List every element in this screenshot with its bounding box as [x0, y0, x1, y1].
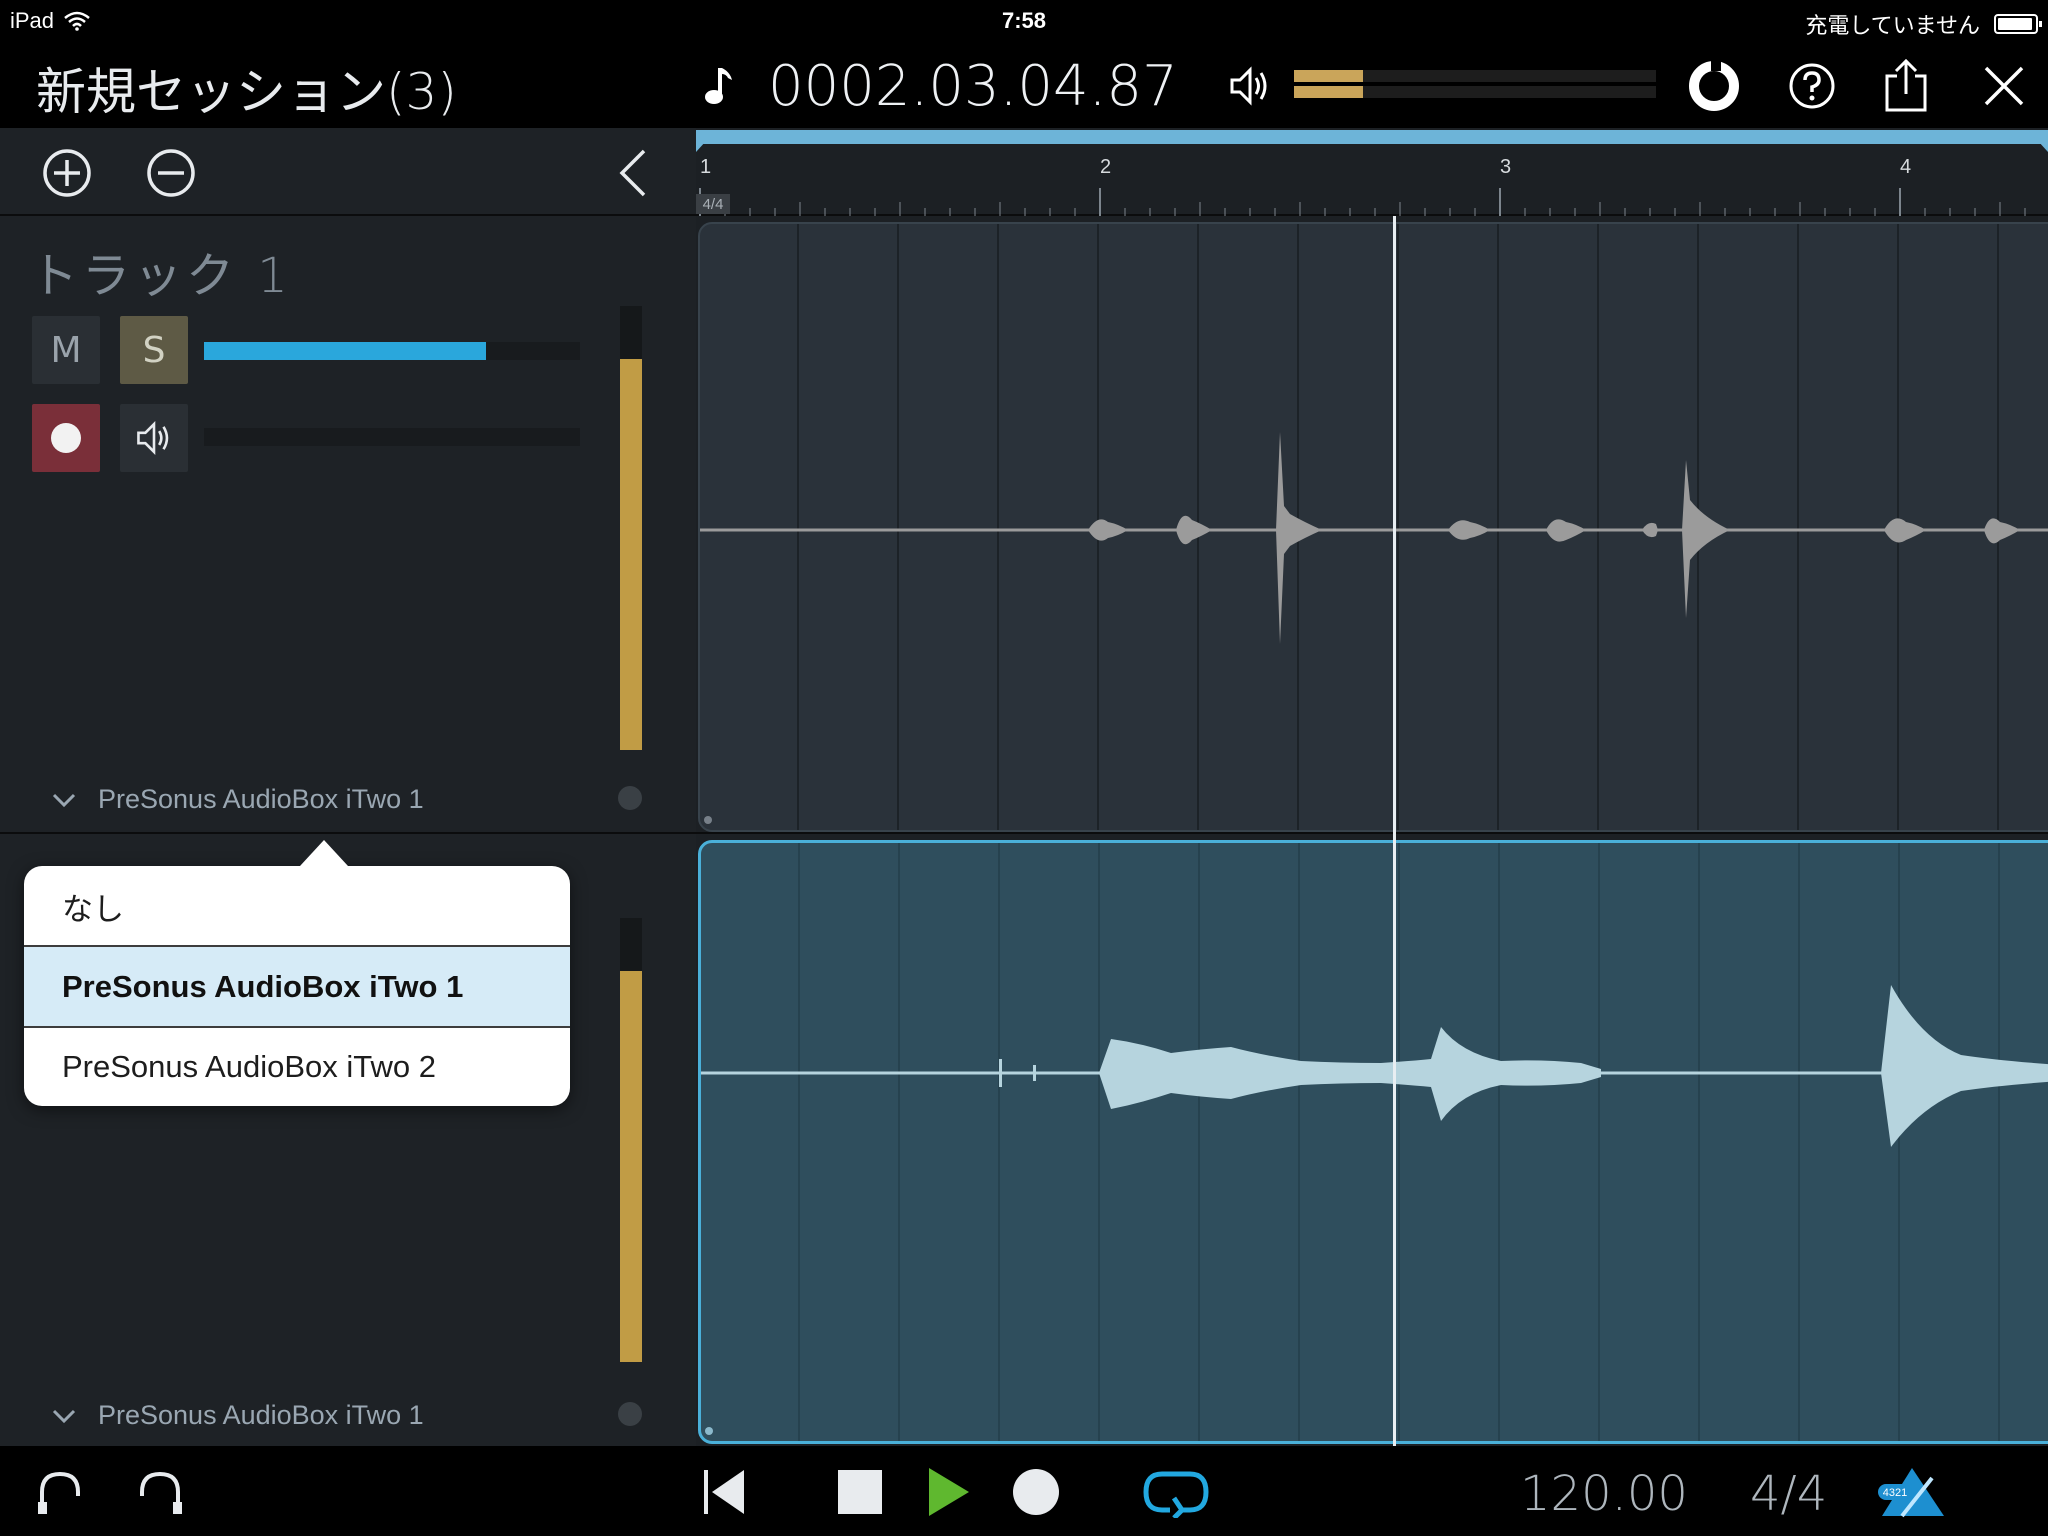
app-header: 新規セッション(3) 0002.03.04.87: [0, 40, 2048, 128]
time-signature-marker: 4/4: [696, 194, 730, 214]
ring-icon: [1689, 61, 1739, 111]
solo-button[interactable]: S: [120, 316, 188, 384]
headphones-left-icon: [38, 1471, 80, 1514]
input-select-popover: なし PreSonus AudioBox iTwo 1 PreSonus Aud…: [24, 840, 570, 1106]
record-icon: [1013, 1469, 1059, 1515]
track-lane-2[interactable]: [696, 836, 2048, 1446]
transport-bar: 120.00 4/4 4321: [0, 1446, 2048, 1536]
collapse-panel-button[interactable]: [606, 146, 660, 200]
waveform-1: [700, 224, 2048, 830]
metronome-count-in-button[interactable]: 4321: [1874, 1460, 1950, 1524]
loop-end-handle[interactable]: [2028, 130, 2048, 154]
loop-toggle-button[interactable]: [1140, 1460, 1212, 1524]
track-meter-fill: [620, 359, 642, 750]
headphones-mix-button[interactable]: [128, 1460, 192, 1524]
play-button[interactable]: [916, 1460, 980, 1524]
playhead-cursor[interactable]: [1393, 216, 1396, 1446]
loop-start-handle[interactable]: [696, 130, 716, 154]
input-option-itwo-2[interactable]: PreSonus AudioBox iTwo 2: [24, 1028, 570, 1106]
record-button[interactable]: [1004, 1460, 1068, 1524]
track-list-panel: トラック 1 M S PreSonus AudioBox iTwo 1 PreS…: [0, 128, 696, 1446]
waveform-2: [701, 843, 2048, 1441]
volume-slider[interactable]: [204, 342, 580, 360]
bar-number: 4: [1900, 156, 1912, 178]
battery-status-text: 充電していません: [1805, 13, 1980, 38]
plus-circle-icon: [43, 149, 91, 197]
timeline-ruler[interactable]: 1 2 3 4 4/4: [696, 128, 2048, 216]
record-dot-icon: [51, 423, 81, 453]
return-to-start-button[interactable]: [692, 1460, 756, 1524]
headphones-cue-button[interactable]: [28, 1460, 92, 1524]
headphones-right-icon: [140, 1471, 182, 1514]
metronome-icon: 4321: [1878, 1468, 1944, 1518]
share-button[interactable]: [1876, 56, 1936, 116]
track-name[interactable]: トラック 1: [30, 236, 292, 306]
pan-slider[interactable]: [204, 428, 580, 446]
minus-circle-icon: [147, 149, 195, 197]
chevron-left-icon: [619, 149, 646, 197]
battery-icon: [1994, 14, 2042, 34]
bar-number: 3: [1500, 156, 1512, 178]
audio-region-2[interactable]: [698, 840, 2048, 1444]
input-label: PreSonus AudioBox iTwo 1: [98, 1400, 424, 1430]
ruler-ticks: [699, 188, 2026, 216]
stop-icon: [838, 1470, 882, 1514]
track-lane-1[interactable]: [696, 218, 2048, 834]
audio-region-1[interactable]: [698, 222, 2048, 832]
input-option-itwo-1[interactable]: PreSonus AudioBox iTwo 1: [24, 947, 570, 1027]
help-icon: [1789, 63, 1835, 109]
popover-arrow: [300, 840, 348, 866]
record-arm-button[interactable]: [32, 404, 100, 472]
track-toolbar: [0, 128, 696, 216]
monitor-button[interactable]: [120, 404, 188, 472]
status-bar: iPad 7:58 充電していません: [0, 0, 2048, 40]
share-icon: [1885, 58, 1927, 112]
position-timecode[interactable]: 0002.03.04.87: [768, 54, 1178, 119]
mute-button[interactable]: M: [32, 316, 100, 384]
track-level-meter: [620, 918, 642, 1362]
skip-back-icon: [704, 1470, 744, 1514]
chevron-down-icon: [52, 1409, 76, 1423]
play-icon: [929, 1468, 969, 1516]
loop-range-bar[interactable]: [696, 130, 2048, 144]
input-status-indicator: [618, 786, 642, 810]
close-icon: [1984, 66, 2024, 106]
input-selector[interactable]: PreSonus AudioBox iTwo 1: [52, 1400, 424, 1431]
speaker-icon: [137, 421, 169, 455]
session-title[interactable]: 新規セッション(3): [36, 52, 457, 124]
track-meter-fill: [620, 971, 642, 1362]
input-selector[interactable]: PreSonus AudioBox iTwo 1: [52, 784, 424, 815]
input-label: PreSonus AudioBox iTwo 1: [98, 784, 424, 814]
input-option-none[interactable]: なし: [24, 866, 570, 946]
music-note-icon: [705, 68, 732, 104]
clock: 7:58: [1001, 8, 1047, 33]
volume-slider-fill: [204, 342, 486, 360]
arrange-view[interactable]: 1 2 3 4 4/4: [696, 128, 2048, 1446]
chevron-down-icon: [52, 793, 76, 807]
bar-number: 2: [1100, 156, 1112, 178]
track-level-meter: [620, 306, 642, 750]
close-button[interactable]: [1974, 56, 2034, 116]
input-status-indicator: [618, 1402, 642, 1426]
master-meter-right: [1294, 86, 1363, 98]
loop-record-button[interactable]: [1684, 56, 1744, 116]
help-button[interactable]: [1782, 56, 1842, 116]
count-in-label: 4321: [1883, 1487, 1907, 1499]
add-track-button[interactable]: [40, 146, 94, 200]
stop-button[interactable]: [828, 1460, 892, 1524]
time-signature-display[interactable]: 4/4: [1750, 1466, 1827, 1522]
tempo-display[interactable]: 120.00: [1520, 1466, 1688, 1522]
master-meter-left: [1294, 70, 1363, 82]
track-header-1[interactable]: トラック 1 M S PreSonus AudioBox iTwo 1: [0, 218, 696, 834]
bar-number: 1: [700, 156, 712, 178]
remove-track-button[interactable]: [144, 146, 198, 200]
loop-icon: [1143, 1471, 1209, 1518]
speaker-icon[interactable]: [1228, 64, 1272, 108]
master-level-meter: [1294, 70, 1656, 100]
